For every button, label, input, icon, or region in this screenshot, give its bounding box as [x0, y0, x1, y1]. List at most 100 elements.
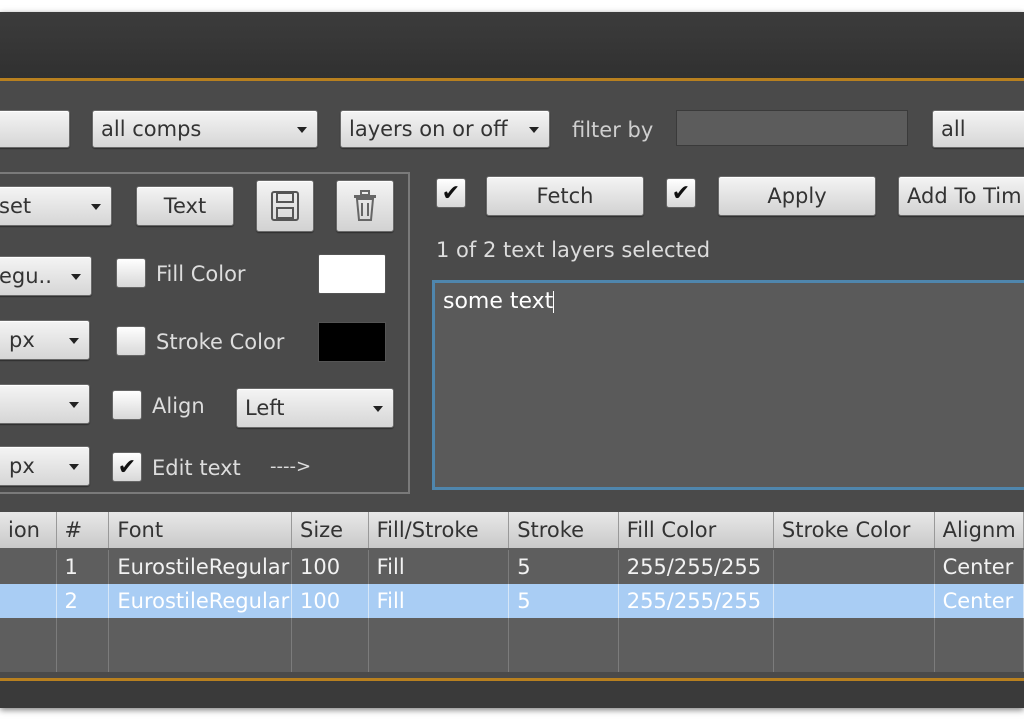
orange-divider-top	[0, 78, 1024, 81]
delete-preset-button[interactable]	[336, 180, 394, 232]
empty-cell	[0, 618, 57, 672]
checkmark-icon: ✔	[671, 180, 691, 206]
filter-input[interactable]	[676, 110, 908, 146]
cell-col-fill-stroke: Fill	[369, 550, 510, 584]
cell-col-index: 2	[57, 584, 110, 618]
edit-text-label: Edit text	[152, 456, 241, 480]
header-col-stroke-color[interactable]: Stroke Color	[773, 512, 935, 548]
text-button[interactable]: Text	[136, 186, 234, 226]
align-select-value: Left	[245, 396, 285, 420]
apply-button[interactable]: Apply	[718, 176, 876, 216]
checkmark-icon: ✔	[441, 180, 461, 206]
comps-select-value: all comps	[101, 117, 202, 141]
align-checkbox[interactable]	[112, 390, 142, 420]
all-select[interactable]: all	[932, 110, 1024, 148]
empty-cell	[369, 618, 510, 672]
empty-cell	[619, 618, 774, 672]
text-editor-content: some text	[443, 289, 554, 314]
fetch-button[interactable]: Fetch	[486, 176, 644, 216]
cell-col-alignment: Center	[935, 550, 1024, 584]
chevron-down-icon	[69, 402, 79, 408]
fetch-checkbox[interactable]: ✔	[436, 178, 466, 208]
header-col-fill-stroke[interactable]: Fill/Stroke	[368, 512, 510, 548]
empty-cell	[935, 618, 1024, 672]
chevron-down-icon	[91, 204, 101, 210]
apply-checkbox[interactable]: ✔	[666, 178, 696, 208]
edit-text-checkbox[interactable]: ✔	[112, 452, 142, 482]
comps-select[interactable]: all comps	[92, 110, 318, 148]
text-cursor	[553, 291, 555, 313]
cell-col-size: 100	[292, 550, 369, 584]
fill-color-label: Fill Color	[156, 262, 246, 286]
chevron-down-icon	[69, 338, 79, 344]
font-select[interactable]: egu..	[0, 256, 92, 296]
empty-cell	[292, 618, 369, 672]
chevron-down-icon	[71, 274, 81, 280]
chevron-down-icon	[529, 127, 539, 133]
add-to-timeline-button[interactable]: Add To Tim	[898, 176, 1024, 216]
table-empty-area	[0, 618, 1024, 672]
size-unit-value: px	[9, 328, 35, 352]
selection-status: 1 of 2 text layers selected	[436, 238, 711, 262]
stroke-color-checkbox[interactable]	[116, 326, 146, 356]
empty-cell	[57, 618, 110, 672]
cell-col-position	[0, 550, 57, 584]
align-label: Align	[152, 394, 205, 418]
trash-icon	[354, 190, 376, 221]
chevron-down-icon	[297, 127, 307, 133]
title-bar	[0, 12, 1024, 80]
empty-cell	[509, 618, 619, 672]
stroke-unit-select[interactable]: px	[0, 446, 90, 486]
header-col-font[interactable]: Font	[109, 512, 292, 548]
layers-select-value: layers on or off	[349, 117, 508, 141]
cell-col-fill-color: 255/255/255	[619, 550, 774, 584]
table-row[interactable]: 1 EurostileRegular 100 Fill 5 255/255/255 Cent…	[0, 550, 1024, 584]
chevron-down-icon	[69, 464, 79, 470]
floppy-disk-icon	[271, 191, 299, 221]
arrow-indicator: ---->	[270, 456, 312, 477]
cell-col-stroke: 5	[509, 550, 619, 584]
layers-select[interactable]: layers on or off	[340, 110, 550, 148]
chevron-down-icon	[373, 406, 383, 412]
size-unit-select[interactable]: px	[0, 320, 90, 360]
cell-col-alignment: Center	[935, 584, 1024, 618]
cell-col-font: EurostileRegular	[109, 550, 292, 584]
empty-cell	[109, 618, 292, 672]
preset-select-value: set	[0, 194, 32, 218]
layers-table: ion # Font Size Fill/Stroke Stroke Fill Color S…	[0, 512, 1024, 672]
all-select-value: all	[941, 117, 966, 141]
partial-select[interactable]	[0, 110, 70, 148]
text-editor[interactable]: some text	[432, 280, 1024, 490]
fill-color-swatch[interactable]	[318, 254, 386, 294]
stroke-color-swatch[interactable]	[318, 322, 386, 362]
header-col-fill-color[interactable]: Fill Color	[618, 512, 774, 548]
header-col-size[interactable]: Size	[291, 512, 369, 548]
cell-col-position	[0, 584, 57, 618]
preset-select[interactable]: set	[0, 186, 112, 226]
cell-col-stroke-color	[774, 584, 935, 618]
cell-col-fill-color: 255/255/255	[619, 584, 774, 618]
header-col-alignment[interactable]: Alignm	[934, 512, 1024, 548]
save-preset-button[interactable]	[256, 180, 314, 232]
header-col-position[interactable]: ion	[0, 512, 57, 548]
header-col-stroke[interactable]: Stroke	[509, 512, 619, 548]
cell-col-stroke: 5	[509, 584, 619, 618]
cell-col-stroke-color	[774, 550, 935, 584]
cell-col-index: 1	[57, 550, 110, 584]
header-col-index[interactable]: #	[56, 512, 110, 548]
style-select[interactable]	[0, 384, 90, 424]
app-window: all comps layers on or off filter by all…	[0, 12, 1024, 708]
table-header: ion # Font Size Fill/Stroke Stroke Fill Color S…	[0, 512, 1024, 548]
status-bar	[0, 681, 1024, 708]
stroke-color-label: Stroke Color	[156, 330, 285, 354]
fill-color-checkbox[interactable]	[116, 258, 146, 288]
align-select[interactable]: Left	[236, 388, 394, 428]
filter-label: filter by	[572, 118, 654, 142]
cell-col-font: EurostileRegular	[109, 584, 292, 618]
empty-cell	[774, 618, 935, 672]
checkmark-icon: ✔	[117, 454, 137, 480]
cell-col-fill-stroke: Fill	[369, 584, 510, 618]
font-select-value: egu..	[0, 264, 52, 288]
table-row-selected[interactable]: 2 EurostileRegular 100 Fill 5 255/255/255 Cent…	[0, 584, 1024, 618]
cell-col-size: 100	[292, 584, 369, 618]
